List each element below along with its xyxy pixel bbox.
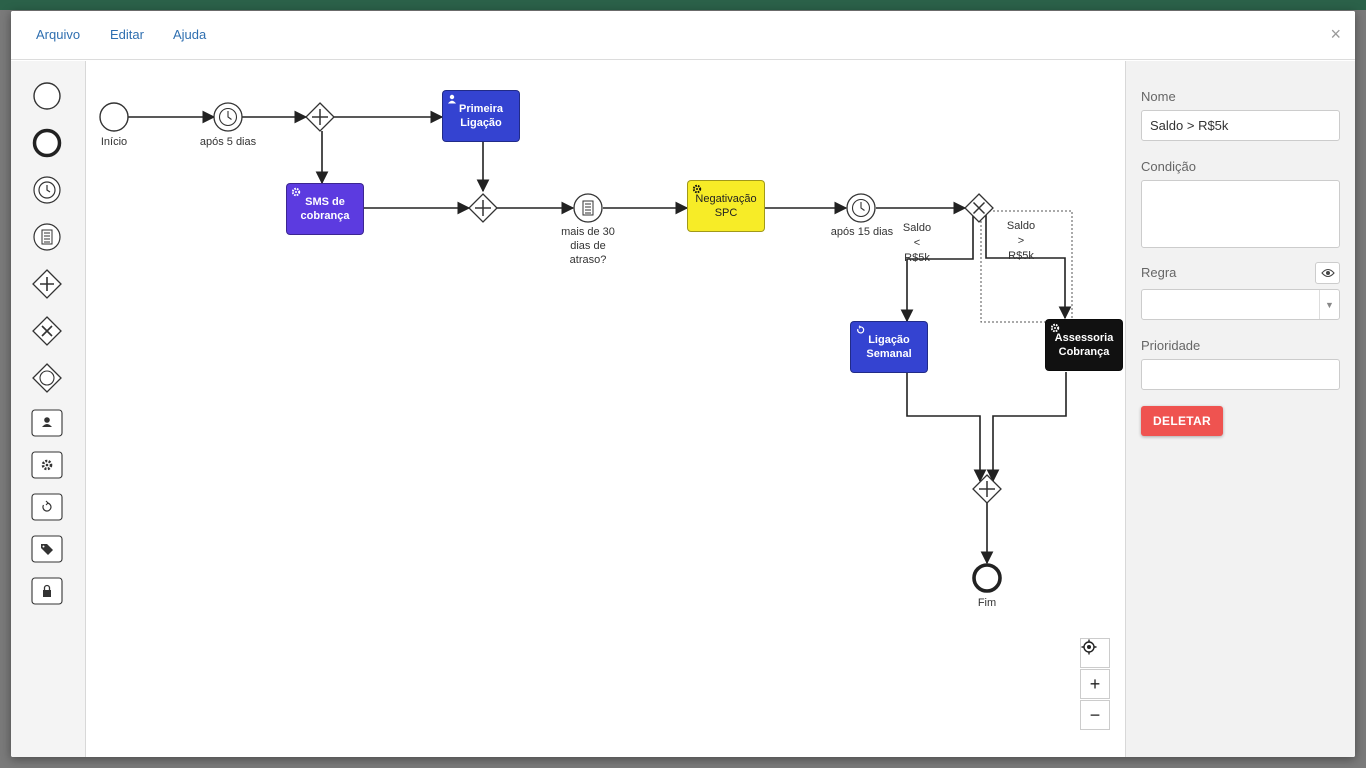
timer-icon: [33, 176, 61, 204]
palette-loop-task[interactable]: [31, 491, 63, 523]
parallel-gateway-join[interactable]: [468, 193, 498, 223]
timer-event-5-dias[interactable]: [213, 102, 243, 132]
palette-lock-task[interactable]: [31, 575, 63, 607]
palette-parallel-gateway[interactable]: [31, 268, 63, 300]
priority-label: Prioridade: [1141, 338, 1201, 353]
user-task-icon: [31, 409, 63, 437]
palette-end-event[interactable]: [31, 127, 63, 159]
close-icon[interactable]: ×: [1330, 25, 1341, 43]
timer2-label: após 15 dias: [830, 226, 894, 238]
rule-preview-button[interactable]: [1315, 262, 1340, 284]
parallel-gateway-final-join[interactable]: [972, 474, 1002, 504]
condition-label: Condição: [1141, 159, 1196, 174]
diagram-connections: [99, 102, 1073, 593]
flow-assessoria-join[interactable]: [986, 372, 1067, 483]
zoom-fit-button[interactable]: [1080, 638, 1110, 668]
delete-button[interactable]: DELETAR: [1141, 406, 1223, 436]
task-ligacao-semanal[interactable]: Ligação Semanal: [850, 321, 928, 373]
exclusive-gateway-icon: [32, 316, 62, 346]
diagram-canvas[interactable]: Início após 5 dias mais de 30 dias de at…: [86, 61, 1125, 757]
condition-label: mais de 30 dias de atraso?: [561, 226, 615, 266]
edge-label-saldo-menor[interactable]: Saldo < R$5k: [901, 221, 933, 266]
eye-icon: [1320, 268, 1335, 278]
task-primeira-ligacao[interactable]: Primeira Ligação: [442, 90, 520, 142]
conditional-event[interactable]: [573, 193, 603, 223]
user-icon: [448, 94, 456, 104]
palette-conditional-event[interactable]: [31, 221, 63, 253]
lock-icon: [31, 577, 63, 605]
process-editor-modal: Arquivo Editar Ajuda × Início após 5 dia…: [11, 11, 1355, 757]
task-assessoria-cobranca[interactable]: Assessoria Cobrança: [1045, 319, 1123, 371]
name-input[interactable]: [1141, 110, 1340, 141]
conditional-icon: [33, 223, 61, 251]
zoom-in-button[interactable]: +: [1080, 669, 1110, 699]
start-event-icon: [33, 82, 61, 110]
palette-timer-event[interactable]: [31, 174, 63, 206]
start-event-label: Início: [100, 136, 128, 148]
gear-icon: [692, 184, 702, 194]
palette-tag-task[interactable]: [31, 533, 63, 565]
palette-user-task[interactable]: [31, 407, 63, 439]
palette-service-task[interactable]: [31, 449, 63, 481]
rule-label: Regra: [1141, 265, 1177, 280]
palette-event-gateway[interactable]: [31, 362, 63, 394]
target-icon: [1081, 639, 1097, 655]
chevron-down-icon: ▼: [1319, 290, 1339, 319]
menu-edit[interactable]: Editar: [110, 27, 144, 42]
parallel-gateway-split[interactable]: [305, 102, 335, 132]
menu-bar: Arquivo Editar Ajuda ×: [11, 11, 1355, 60]
task-sms-cobranca[interactable]: SMS de cobrança: [286, 183, 364, 235]
zoom-out-button[interactable]: −: [1080, 700, 1110, 730]
flow-ligacao-join[interactable]: [906, 372, 987, 483]
name-label: Nome: [1141, 89, 1176, 104]
edge-label-saldo-maior[interactable]: Saldo > R$5k: [1005, 219, 1037, 264]
event-gateway-icon: [32, 363, 62, 393]
exclusive-gateway[interactable]: [964, 193, 994, 223]
gear-icon: [1050, 323, 1060, 333]
tag-icon: [31, 535, 63, 563]
menu-file[interactable]: Arquivo: [36, 27, 80, 42]
condition-textarea[interactable]: [1141, 180, 1340, 248]
gear-icon: [291, 187, 301, 197]
rule-select[interactable]: ▼: [1141, 289, 1340, 320]
palette-start-event[interactable]: [31, 80, 63, 112]
palette-exclusive-gateway[interactable]: [31, 315, 63, 347]
properties-panel: Nome Condição Regra ▼ Prioridade DELETAR: [1125, 61, 1355, 757]
timer1-label: após 5 dias: [199, 136, 257, 148]
priority-input[interactable]: [1141, 359, 1340, 390]
end-event[interactable]: [972, 563, 1002, 593]
task-negativacao-spc[interactable]: Negativação SPC: [687, 180, 765, 232]
loop-icon: [31, 493, 63, 521]
menu-help[interactable]: Ajuda: [173, 27, 206, 42]
end-event-icon: [32, 128, 62, 158]
start-event[interactable]: [99, 102, 129, 132]
parallel-gateway-icon: [32, 269, 62, 299]
end-event-label: Fim: [977, 597, 997, 609]
element-palette: [11, 61, 86, 757]
gear-icon: [31, 451, 63, 479]
loop-icon: [857, 325, 865, 334]
timer-event-15-dias[interactable]: [846, 193, 876, 223]
